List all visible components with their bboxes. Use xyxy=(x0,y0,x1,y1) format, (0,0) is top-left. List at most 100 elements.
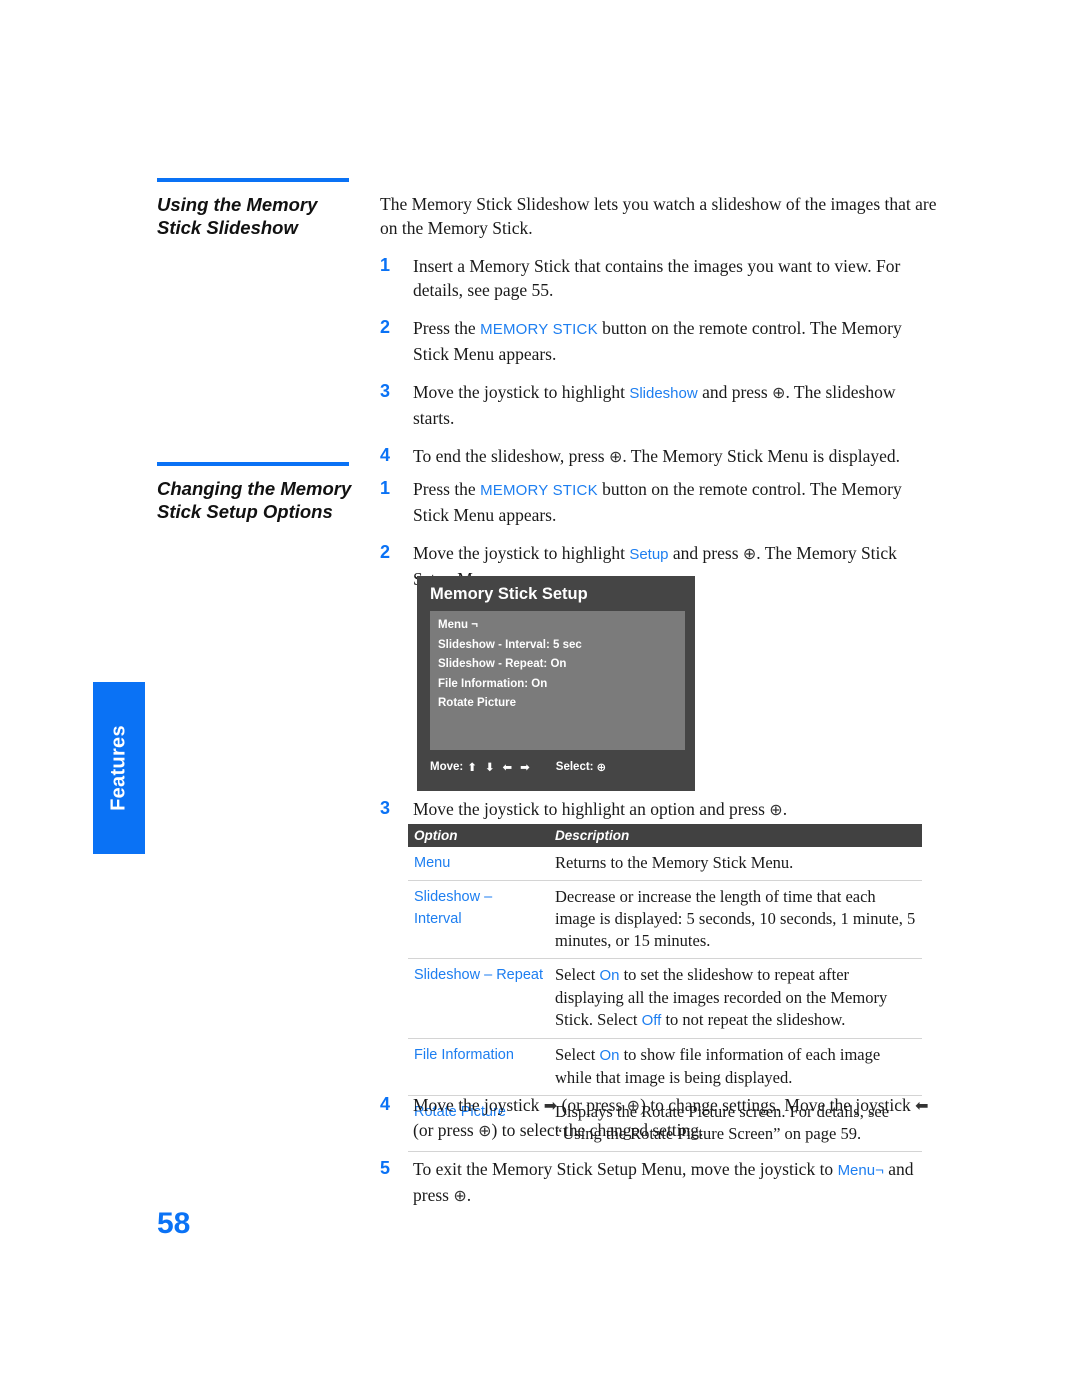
step-item: 2 Press the MEMORY STICK button on the r… xyxy=(380,316,940,366)
desc-text: to not repeat the slideshow. xyxy=(661,1010,846,1029)
table-row: Menu Returns to the Memory Stick Menu. xyxy=(408,847,922,881)
select-button-icon: ⊕ xyxy=(772,383,786,402)
setting-value-off: Off xyxy=(641,1012,662,1029)
step-number: 5 xyxy=(380,1158,391,1178)
step-text-cont: . xyxy=(466,1185,472,1205)
memory-stick-setup-screen: Memory Stick Setup Menu ¬ Slideshow - In… xyxy=(417,576,695,791)
step-text: To exit the Memory Stick Setup Menu, mov… xyxy=(413,1159,838,1179)
option-name: File Information xyxy=(408,1038,549,1096)
step-text-cont: ) to change settings. Move the joystick xyxy=(640,1095,916,1115)
step-item: 3 Move the joystick to highlight an opti… xyxy=(380,797,940,822)
steps-list-2: 1 Press the MEMORY STICK button on the r… xyxy=(380,477,940,591)
option-name: Slideshow – Repeat xyxy=(408,958,549,1039)
select-button-icon: ⊕ xyxy=(742,544,757,563)
menu-option-term: Setup xyxy=(629,546,669,563)
desc-text: Returns to the Memory Stick Menu. xyxy=(555,853,794,872)
step-number: 1 xyxy=(380,255,391,275)
tv-screen-footer: Move: ⬆ ⬇ ⬅ ➡ Select: ⊕ xyxy=(430,760,685,774)
step-number: 2 xyxy=(380,317,391,337)
step-text-cont: (or press xyxy=(557,1095,627,1115)
step-text: Move the joystick to highlight an option… xyxy=(413,799,770,819)
step-text-cont: ) to select the changed setting. xyxy=(491,1120,704,1140)
section-2-body-bottom: 4 Move the joystick ➡ (or press ⊕) to ch… xyxy=(380,1093,940,1208)
step-item: 1 Insert a Memory Stick that contains th… xyxy=(380,254,940,302)
column-header-option: Option xyxy=(408,824,549,847)
menu-option-term: Slideshow xyxy=(629,385,698,402)
section-2-step-3: 3 Move the joystick to highlight an opti… xyxy=(380,797,940,822)
step-text: Insert a Memory Stick that contains the … xyxy=(413,256,901,300)
arrow-left-icon: ⬅ xyxy=(915,1096,929,1115)
step-text-cont: . The Memory Stick Menu is displayed. xyxy=(622,446,901,466)
steps-list-1: 1 Insert a Memory Stick that contains th… xyxy=(380,254,940,469)
section-2-body-top: 1 Press the MEMORY STICK button on the r… xyxy=(380,477,940,591)
table-row: Slideshow – Interval Decrease or increas… xyxy=(408,880,922,959)
select-button-icon: ⊕ xyxy=(596,760,607,774)
tv-menu-item-slideshow-interval[interactable]: Slideshow - Interval: 5 sec xyxy=(438,636,677,656)
step-text: To end the slideshow, press xyxy=(413,446,609,466)
step-text-cont: (or press xyxy=(413,1120,479,1140)
option-name: Menu xyxy=(408,847,549,881)
step-number: 2 xyxy=(380,542,391,562)
move-label: Move: xyxy=(430,761,464,773)
section-heading-slideshow: Using the Memory Stick Slideshow xyxy=(157,178,357,239)
tv-menu-item-slideshow-repeat[interactable]: Slideshow - Repeat: On xyxy=(438,655,677,675)
step-number: 3 xyxy=(380,798,391,818)
setting-value-on: On xyxy=(599,1047,620,1064)
arrow-right-icon: ➡ xyxy=(543,1096,558,1115)
select-button-icon: ⊕ xyxy=(478,1121,492,1140)
setting-value-on: On xyxy=(599,967,620,984)
option-description: Decrease or increase the length of time … xyxy=(549,880,922,959)
step-text-cont: . xyxy=(782,799,788,819)
select-button-icon: ⊕ xyxy=(453,1186,467,1205)
menu-option-term: Menu¬ xyxy=(837,1162,884,1179)
section-1-body: The Memory Stick Slideshow lets you watc… xyxy=(380,192,940,469)
page-number: 58 xyxy=(157,1207,191,1240)
step-text-cont: and press xyxy=(668,543,743,563)
step-item: 3 Move the joystick to highlight Slidesh… xyxy=(380,380,940,430)
table-header-row: Option Description xyxy=(408,824,922,847)
side-tab-label: Features xyxy=(107,725,130,811)
tv-menu-item-rotate-picture[interactable]: Rotate Picture xyxy=(438,694,677,714)
step-number: 4 xyxy=(380,1094,391,1114)
column-header-description: Description xyxy=(549,824,922,847)
desc-text: Decrease or increase the length of time … xyxy=(555,887,916,950)
step-text: Move the joystick to highlight xyxy=(413,382,630,402)
step-number: 4 xyxy=(380,445,391,465)
step-item: 1 Press the MEMORY STICK button on the r… xyxy=(380,477,940,527)
tv-menu-item-file-information[interactable]: File Information: On xyxy=(438,675,677,695)
option-description: Select On to set the slideshow to repeat… xyxy=(549,958,922,1039)
step-item: 4 To end the slideshow, press ⊕. The Mem… xyxy=(380,444,940,469)
direction-arrows-icon: ⬆ ⬇ ⬅ ➡ xyxy=(467,760,532,774)
desc-text: Select xyxy=(555,965,600,984)
tv-screen-title: Memory Stick Setup xyxy=(430,585,588,603)
section-heading-label: Using the Memory Stick Slideshow xyxy=(157,194,318,238)
select-button-icon: ⊕ xyxy=(626,1096,641,1115)
tv-menu-item-menu[interactable]: Menu ¬ xyxy=(438,616,677,636)
step-number: 3 xyxy=(380,381,391,401)
option-description: Select On to show file information of ea… xyxy=(549,1038,922,1096)
remote-button-term: MEMORY STICK xyxy=(480,321,598,338)
heading-rule xyxy=(157,178,349,182)
heading-rule xyxy=(157,462,349,466)
desc-text: Select xyxy=(555,1045,600,1064)
step-item: 4 Move the joystick ➡ (or press ⊕) to ch… xyxy=(380,1093,940,1143)
steps-list-3: 4 Move the joystick ➡ (or press ⊕) to ch… xyxy=(380,1093,940,1208)
section-heading-label: Changing the Memory Stick Setup Options xyxy=(157,478,352,522)
select-button-icon: ⊕ xyxy=(769,800,783,819)
step-text: Move the joystick xyxy=(413,1095,544,1115)
table-row: File Information Select On to show file … xyxy=(408,1038,922,1096)
select-label: Select: xyxy=(555,761,594,773)
step-text-cont: and press xyxy=(697,382,773,402)
option-description: Returns to the Memory Stick Menu. xyxy=(549,847,922,881)
step-number: 1 xyxy=(380,478,391,498)
select-button-icon: ⊕ xyxy=(608,447,623,466)
step-text: Press the xyxy=(413,318,481,338)
intro-paragraph: The Memory Stick Slideshow lets you watc… xyxy=(380,194,937,238)
table-row: Slideshow – Repeat Select On to set the … xyxy=(408,958,922,1039)
tv-menu-panel: Menu ¬ Slideshow - Interval: 5 sec Slide… xyxy=(430,611,685,750)
step-text: Press the xyxy=(413,479,481,499)
section-side-tab: Features xyxy=(93,682,145,854)
option-name: Slideshow – Interval xyxy=(408,880,549,959)
step-text: Move the joystick to highlight xyxy=(413,543,630,563)
remote-button-term: MEMORY STICK xyxy=(480,482,598,499)
